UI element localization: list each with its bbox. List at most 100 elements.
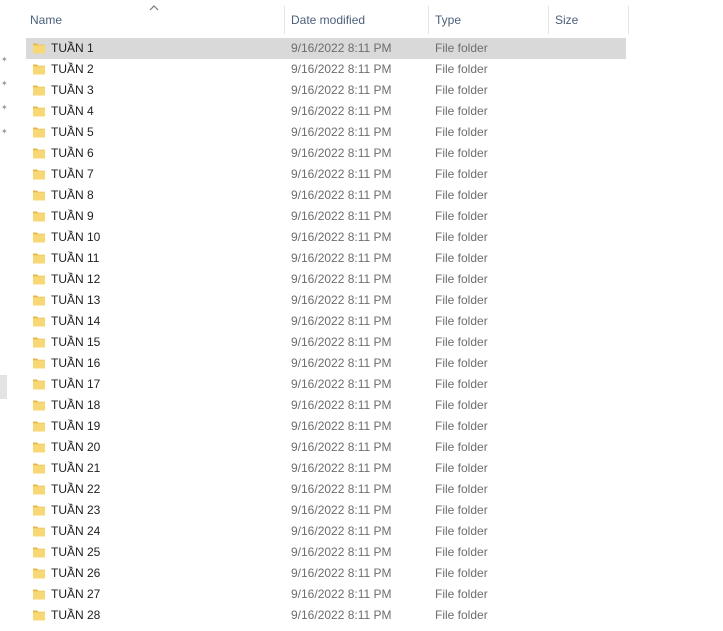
pin-icon[interactable]: ✦ [1, 56, 8, 64]
file-list-row[interactable]: TUẦN 27 9/16/2022 8:11 PM File folder [26, 584, 626, 605]
file-type: File folder [435, 62, 488, 76]
folder-icon [33, 253, 45, 264]
file-name[interactable]: TUẦN 13 [51, 290, 100, 311]
column-header-name[interactable]: Name [24, 6, 284, 34]
file-name[interactable]: TUẦN 16 [51, 353, 100, 374]
folder-icon [33, 148, 45, 159]
file-list-row[interactable]: TUẦN 28 9/16/2022 8:11 PM File folder [26, 605, 626, 626]
file-name[interactable]: TUẦN 18 [51, 395, 100, 416]
file-date-modified: 9/16/2022 8:11 PM [291, 272, 392, 286]
pin-icon[interactable]: ✦ [1, 80, 8, 88]
file-list-row[interactable]: TUẦN 6 9/16/2022 8:11 PM File folder [26, 143, 626, 164]
file-date-modified: 9/16/2022 8:11 PM [291, 146, 392, 160]
file-list-row[interactable]: TUẦN 9 9/16/2022 8:11 PM File folder [26, 206, 626, 227]
file-type: File folder [435, 251, 488, 265]
folder-icon [33, 190, 45, 201]
file-type: File folder [435, 272, 488, 286]
file-list-row[interactable]: TUẦN 1 9/16/2022 8:11 PM File folder [26, 38, 626, 59]
file-list-row[interactable]: TUẦN 4 9/16/2022 8:11 PM File folder [26, 101, 626, 122]
file-name[interactable]: TUẦN 10 [51, 227, 100, 248]
file-name[interactable]: TUẦN 9 [51, 206, 94, 227]
file-name[interactable]: TUẦN 25 [51, 542, 100, 563]
file-date-modified: 9/16/2022 8:11 PM [291, 566, 392, 580]
file-name[interactable]: TUẦN 7 [51, 164, 94, 185]
file-list-row[interactable]: TUẦN 23 9/16/2022 8:11 PM File folder [26, 500, 626, 521]
file-list-row[interactable]: TUẦN 15 9/16/2022 8:11 PM File folder [26, 332, 626, 353]
column-header-date-modified[interactable]: Date modified [285, 6, 428, 34]
file-date-modified: 9/16/2022 8:11 PM [291, 440, 392, 454]
file-name[interactable]: TUẦN 8 [51, 185, 94, 206]
file-name[interactable]: TUẦN 20 [51, 437, 100, 458]
column-header-size[interactable]: Size [549, 6, 628, 34]
file-type: File folder [435, 146, 488, 160]
file-type: File folder [435, 524, 488, 538]
file-list-row[interactable]: TUẦN 22 9/16/2022 8:11 PM File folder [26, 479, 626, 500]
file-type: File folder [435, 167, 488, 181]
folder-icon [33, 547, 45, 558]
file-list-row[interactable]: TUẦN 12 9/16/2022 8:11 PM File folder [26, 269, 626, 290]
file-date-modified: 9/16/2022 8:11 PM [291, 293, 392, 307]
file-list-row[interactable]: TUẦN 24 9/16/2022 8:11 PM File folder [26, 521, 626, 542]
folder-icon [33, 589, 45, 600]
file-list-row[interactable]: TUẦN 18 9/16/2022 8:11 PM File folder [26, 395, 626, 416]
file-date-modified: 9/16/2022 8:11 PM [291, 83, 392, 97]
file-name[interactable]: TUẦN 6 [51, 143, 94, 164]
file-name[interactable]: TUẦN 24 [51, 521, 100, 542]
file-name[interactable]: TUẦN 19 [51, 416, 100, 437]
folder-icon [33, 421, 45, 432]
column-divider[interactable] [628, 6, 629, 34]
file-name[interactable]: TUẦN 1 [51, 38, 94, 59]
pin-icon[interactable]: ✦ [1, 128, 8, 136]
file-list-row[interactable]: TUẦN 17 9/16/2022 8:11 PM File folder [26, 374, 626, 395]
file-list-row[interactable]: TUẦN 3 9/16/2022 8:11 PM File folder [26, 80, 626, 101]
file-type: File folder [435, 440, 488, 454]
file-name[interactable]: TUẦN 26 [51, 563, 100, 584]
folder-icon [33, 442, 45, 453]
folder-icon [33, 316, 45, 327]
file-name[interactable]: TUẦN 2 [51, 59, 94, 80]
file-name[interactable]: TUẦN 14 [51, 311, 100, 332]
file-list-row[interactable]: TUẦN 2 9/16/2022 8:11 PM File folder [26, 59, 626, 80]
file-list-row[interactable]: TUẦN 25 9/16/2022 8:11 PM File folder [26, 542, 626, 563]
pin-icon[interactable]: ✦ [1, 104, 8, 112]
file-list-row[interactable]: TUẦN 16 9/16/2022 8:11 PM File folder [26, 353, 626, 374]
file-list-row[interactable]: TUẦN 11 9/16/2022 8:11 PM File folder [26, 248, 626, 269]
file-name[interactable]: TUẦN 15 [51, 332, 100, 353]
file-list-row[interactable]: TUẦN 8 9/16/2022 8:11 PM File folder [26, 185, 626, 206]
file-name[interactable]: TUẦN 27 [51, 584, 100, 605]
file-type: File folder [435, 377, 488, 391]
file-list-row[interactable]: TUẦN 7 9/16/2022 8:11 PM File folder [26, 164, 626, 185]
file-type: File folder [435, 608, 488, 622]
file-name[interactable]: TUẦN 21 [51, 458, 100, 479]
file-name[interactable]: TUẦN 28 [51, 605, 100, 626]
file-list-row[interactable]: TUẦN 26 9/16/2022 8:11 PM File folder [26, 563, 626, 584]
file-list-row[interactable]: TUẦN 13 9/16/2022 8:11 PM File folder [26, 290, 626, 311]
column-header-type[interactable]: Type [429, 6, 548, 34]
file-list-row[interactable]: TUẦN 5 9/16/2022 8:11 PM File folder [26, 122, 626, 143]
folder-icon [33, 169, 45, 180]
file-list-row[interactable]: TUẦN 20 9/16/2022 8:11 PM File folder [26, 437, 626, 458]
file-list-row[interactable]: TUẦN 19 9/16/2022 8:11 PM File folder [26, 416, 626, 437]
file-type: File folder [435, 461, 488, 475]
file-date-modified: 9/16/2022 8:11 PM [291, 41, 392, 55]
file-type: File folder [435, 587, 488, 601]
navigation-pane-scrollbar-thumb[interactable] [0, 375, 7, 399]
file-name[interactable]: TUẦN 12 [51, 269, 100, 290]
file-list-row[interactable]: TUẦN 21 9/16/2022 8:11 PM File folder [26, 458, 626, 479]
file-type: File folder [435, 230, 488, 244]
file-name[interactable]: TUẦN 3 [51, 80, 94, 101]
file-name[interactable]: TUẦN 17 [51, 374, 100, 395]
file-type: File folder [435, 356, 488, 370]
file-name[interactable]: TUẦN 23 [51, 500, 100, 521]
file-name[interactable]: TUẦN 22 [51, 479, 100, 500]
file-name[interactable]: TUẦN 11 [51, 248, 99, 269]
file-type: File folder [435, 293, 488, 307]
file-list: TUẦN 1 9/16/2022 8:11 PM File folder TUẦN 2… [26, 38, 626, 626]
folder-icon [33, 463, 45, 474]
file-list-row[interactable]: TUẦN 14 9/16/2022 8:11 PM File folder [26, 311, 626, 332]
file-list-row[interactable]: TUẦN 10 9/16/2022 8:11 PM File folder [26, 227, 626, 248]
file-name[interactable]: TUẦN 4 [51, 101, 94, 122]
folder-icon [33, 64, 45, 75]
file-date-modified: 9/16/2022 8:11 PM [291, 188, 392, 202]
file-name[interactable]: TUẦN 5 [51, 122, 94, 143]
